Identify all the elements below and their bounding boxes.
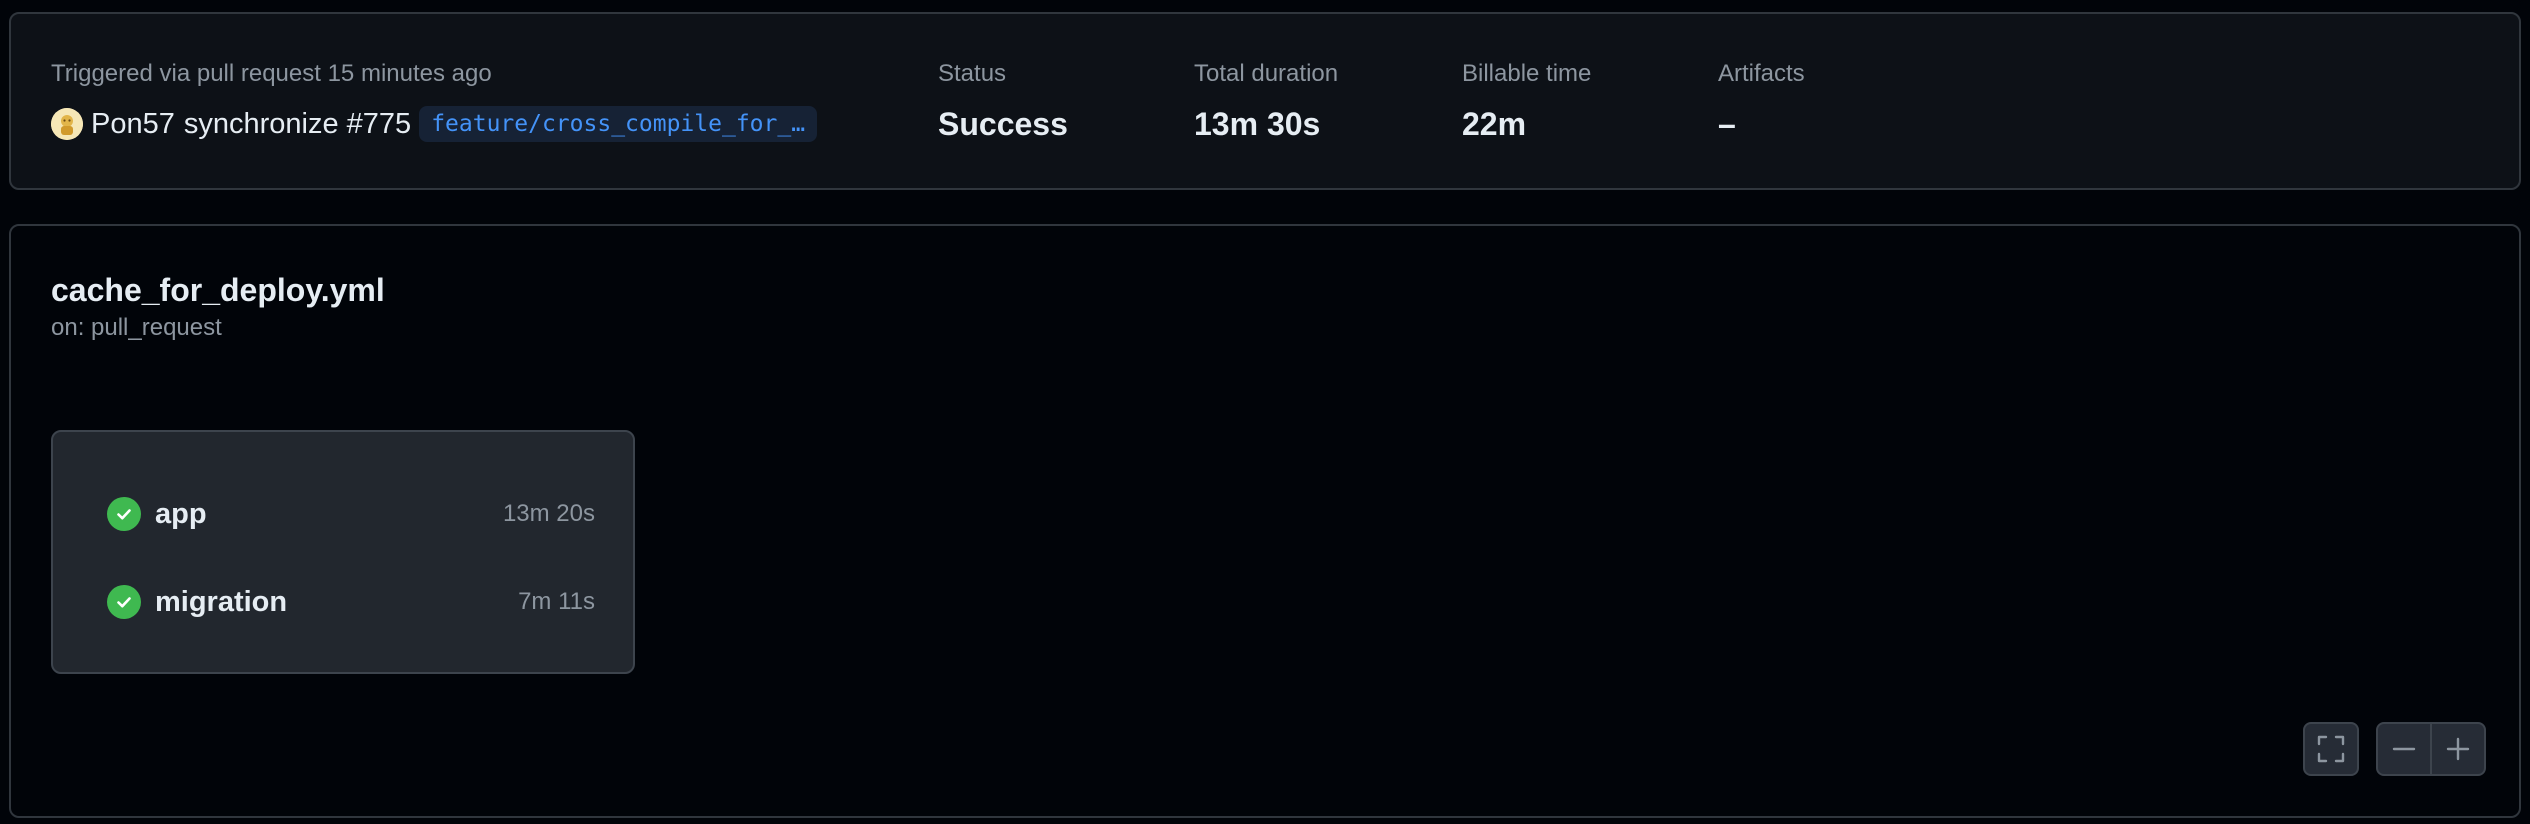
job-name: app (155, 497, 207, 530)
trigger-label: Triggered via pull request 15 minutes ag… (51, 60, 492, 87)
event-link[interactable]: synchronize #775 (184, 104, 411, 144)
job-migration[interactable]: migration 7m 11s (107, 574, 595, 630)
zoom-in-button[interactable] (2430, 722, 2486, 776)
check-circle-icon (107, 585, 141, 619)
fullscreen-button[interactable] (2303, 722, 2359, 776)
check-circle-icon (107, 497, 141, 531)
avatar[interactable] (51, 108, 83, 140)
actor-link[interactable]: Pon57 (91, 104, 175, 144)
jobs-group: app 13m 20s migration 7m 11s (51, 430, 635, 674)
job-duration: 7m 11s (518, 588, 595, 615)
duration-label: Total duration (1194, 60, 1339, 87)
status-label: Status (938, 60, 1007, 87)
fullscreen-icon (2317, 735, 2345, 763)
job-app[interactable]: app 13m 20s (107, 486, 595, 542)
workflow-graph: cache_for_deploy.yml on: pull_request ap… (9, 224, 2521, 818)
billable-label: Billable time (1462, 60, 1592, 87)
plus-icon (2446, 737, 2470, 761)
artifacts-stat: Artifacts – (1718, 58, 1805, 144)
branch-link[interactable]: feature/cross_compile_for_deploy (419, 106, 818, 142)
minus-icon (2392, 747, 2416, 751)
status-stat: Status Success (938, 58, 1068, 144)
artifacts-value: – (1718, 106, 1736, 142)
trigger-details: Pon57 synchronize #775 feature/cross_com… (51, 104, 818, 144)
run-summary: Triggered via pull request 15 minutes ag… (9, 12, 2521, 190)
job-duration: 13m 20s (502, 500, 595, 527)
workflow-trigger: on: pull_request (51, 314, 222, 341)
billable-stat: Billable time 22m (1462, 58, 1591, 144)
workflow-file-name: cache_for_deploy.yml (51, 272, 385, 308)
status-value: Success (938, 106, 1068, 142)
artifacts-label: Artifacts (1718, 60, 1805, 87)
trigger-info: Triggered via pull request 15 minutes ag… (51, 58, 818, 144)
duration-stat: Total duration 13m 30s (1194, 58, 1338, 144)
duration-value[interactable]: 13m 30s (1194, 104, 1338, 144)
job-name: migration (155, 585, 288, 618)
zoom-out-button[interactable] (2376, 722, 2432, 776)
avatar-image-icon (51, 108, 83, 140)
billable-value[interactable]: 22m (1462, 104, 1591, 144)
